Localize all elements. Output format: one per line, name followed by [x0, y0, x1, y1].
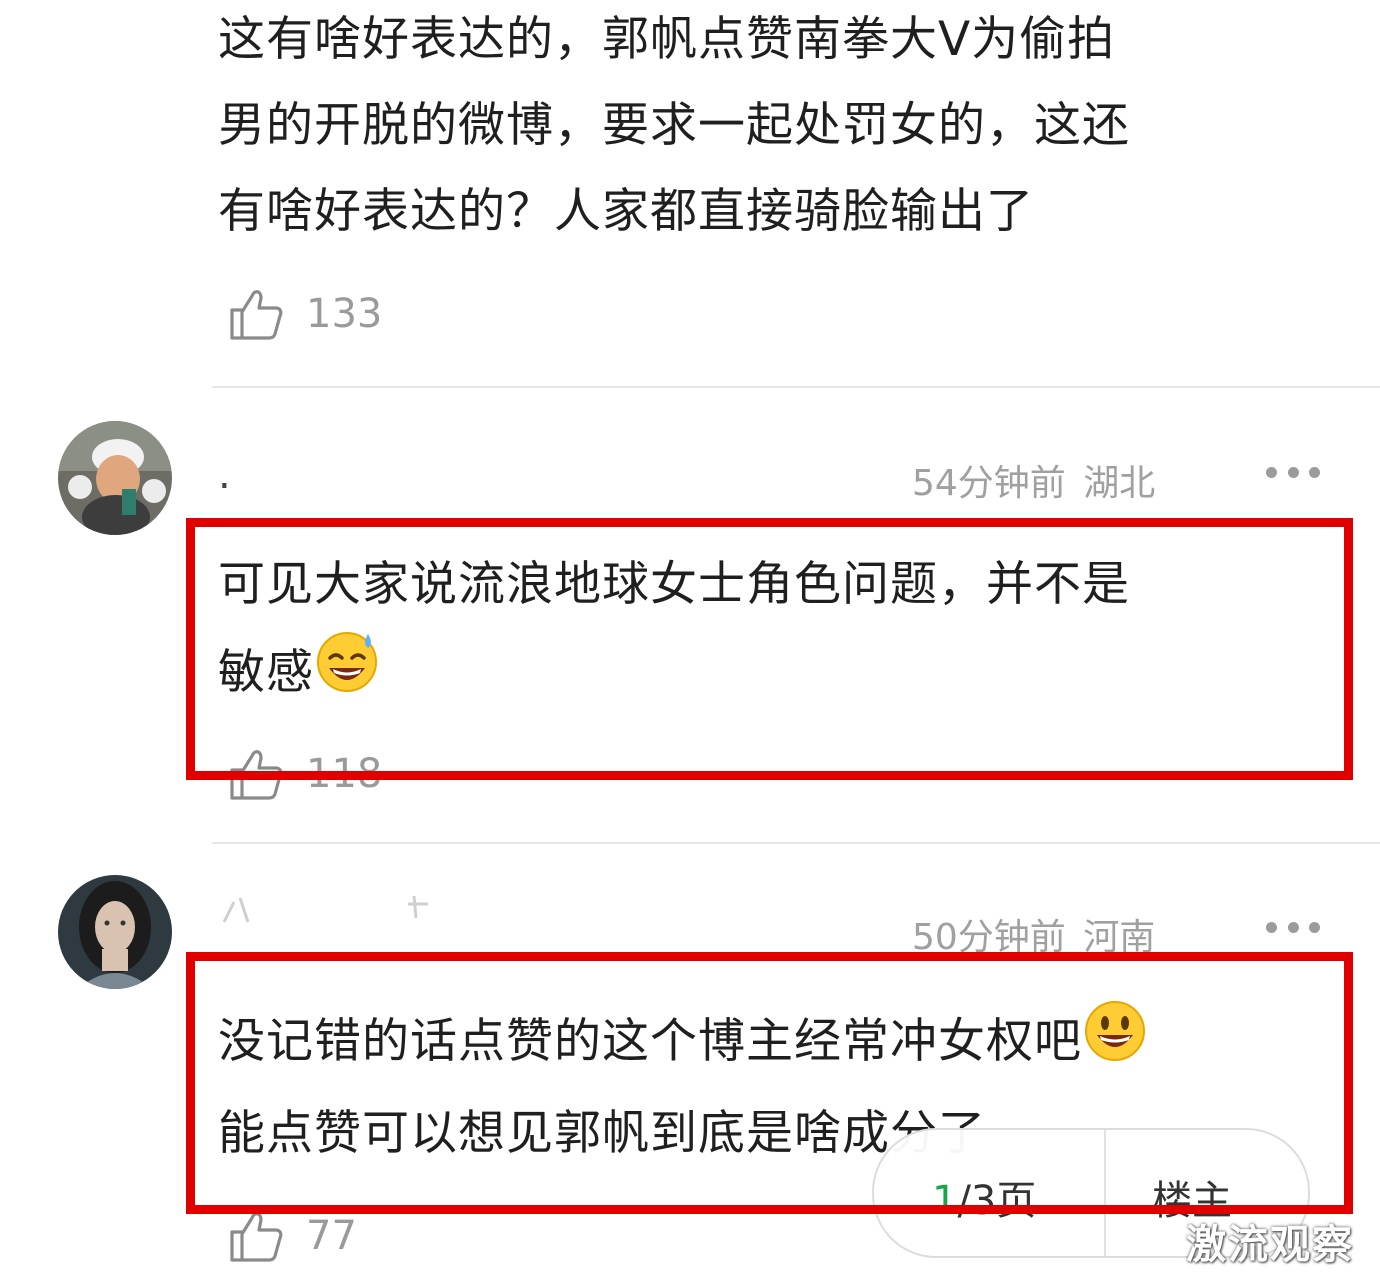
comment-2-location: 湖北: [1083, 463, 1156, 504]
comment-divider: [212, 386, 1380, 388]
comment-3-like-button[interactable]: 77: [228, 1206, 357, 1266]
comment-2-avatar[interactable]: [58, 421, 172, 535]
dot-icon: [1266, 921, 1277, 933]
thumbs-up-icon: [230, 1212, 283, 1262]
comment-1-line-1: 这有啥好表达的，郭帆点赞南拳大V为偷拍: [218, 12, 1116, 67]
comment-divider: [212, 842, 1380, 844]
dot-icon: [1287, 921, 1299, 933]
comment-1-text: 这有啥好表达的，郭帆点赞南拳大V为偷拍 男的开脱的微博，要求一起处罚女的，这还 …: [218, 0, 1338, 255]
comment-3-more-button[interactable]: [1266, 920, 1320, 934]
highlight-box-comment-2: [186, 518, 1353, 780]
thumbs-up-icon: [230, 290, 283, 340]
dot-icon: [1287, 466, 1299, 478]
comment-1-like-button[interactable]: 133: [228, 284, 382, 344]
comment-2-more-button[interactable]: [1266, 465, 1320, 479]
comment-2-meta: 54分钟前 湖北: [912, 454, 1155, 506]
dot-icon: [1309, 466, 1320, 478]
comment-2-time: 54分钟前: [912, 463, 1066, 504]
blurred-username-icon: [222, 895, 428, 923]
highlight-box-comment-3: [186, 952, 1353, 1214]
dot-icon: [1309, 921, 1320, 933]
comment-1-line-3: 有啥好表达的？人家都直接骑脸输出了: [218, 184, 1034, 239]
comment-1-line-2: 男的开脱的微博，要求一起处罚女的，这还: [218, 98, 1130, 153]
avatar-image: [58, 875, 172, 989]
dot-icon: [1266, 466, 1277, 478]
comment-3-avatar[interactable]: [58, 875, 172, 989]
watermark: 激流观察: [1186, 1222, 1354, 1268]
comment-3-username-blurred[interactable]: [218, 888, 448, 924]
comment-1-like-count: 133: [306, 291, 383, 337]
comment-3-like-count: 77: [306, 1213, 357, 1259]
comment-2-username[interactable]: .: [218, 452, 231, 498]
avatar-image: [58, 421, 172, 535]
